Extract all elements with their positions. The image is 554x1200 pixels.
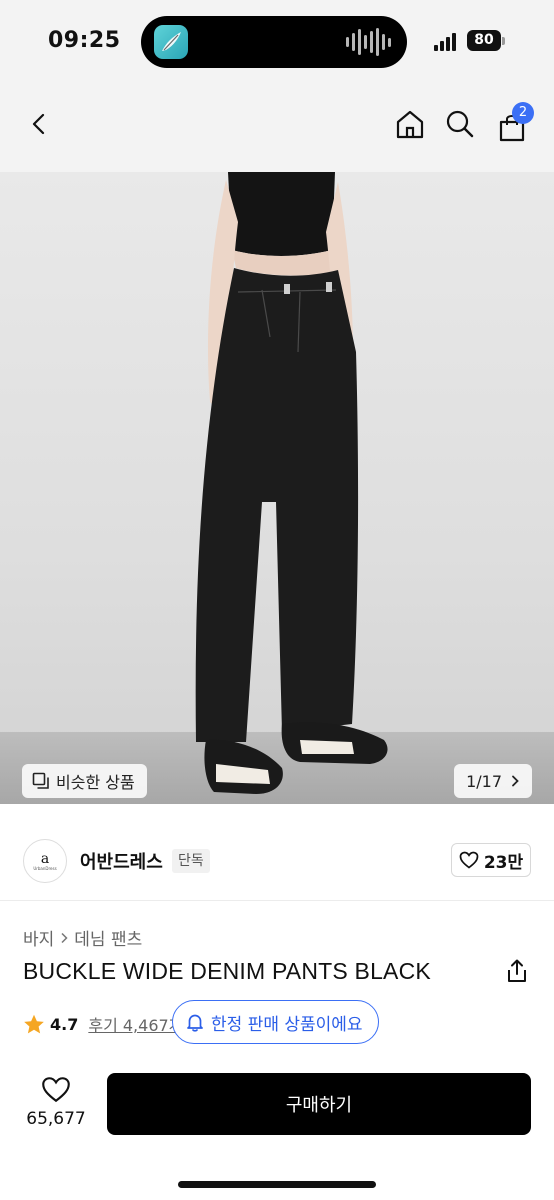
similar-products-label: 비슷한 상품 xyxy=(56,773,135,792)
feather-app-icon xyxy=(154,25,188,59)
cart-button[interactable]: 2 xyxy=(490,102,534,146)
top-nav-bar: 2 xyxy=(0,84,554,172)
wishlist-count: 65,677 xyxy=(26,1109,86,1129)
seller-logo-text: UrbanDress xyxy=(33,865,57,871)
home-button[interactable] xyxy=(388,102,432,146)
bell-icon xyxy=(187,1014,203,1032)
rating-row: 4.7 후기 4,467개 xyxy=(23,1012,183,1036)
breadcrumb: 바지 데님 팬츠 xyxy=(23,925,142,950)
breadcrumb-item-pants[interactable]: 바지 xyxy=(23,925,54,950)
chevron-left-icon xyxy=(32,113,45,135)
seller-row: a UrbanDress 어반드레스 단독 23만 xyxy=(0,823,554,901)
limited-sale-text: 한정 판매 상품이에요 xyxy=(211,1014,363,1035)
product-image-carousel[interactable]: 비슷한 상품 1/17 xyxy=(0,172,554,804)
star-icon xyxy=(24,1014,44,1033)
product-title: BUCKLE WIDE DENIM PANTS BLACK xyxy=(23,958,431,984)
chevron-right-icon xyxy=(61,932,68,943)
search-icon xyxy=(446,110,474,138)
cart-count-badge: 2 xyxy=(512,102,534,124)
share-button[interactable] xyxy=(502,956,532,986)
limited-sale-notice: 한정 판매 상품이에요 xyxy=(172,1000,379,1044)
copy-squares-icon xyxy=(32,772,49,789)
battery-indicator: 80 xyxy=(467,30,501,51)
status-bar: 09:25 80 xyxy=(0,0,554,84)
back-button[interactable] xyxy=(18,102,62,146)
home-indicator xyxy=(178,1181,376,1188)
product-photo xyxy=(195,172,388,794)
buy-button[interactable]: 구매하기 xyxy=(107,1073,531,1135)
status-time: 09:25 xyxy=(48,28,121,53)
seller-like-count: 23만 xyxy=(483,852,524,873)
wishlist-button[interactable]: 65,677 xyxy=(22,1076,90,1132)
home-icon xyxy=(396,110,424,139)
battery-tip xyxy=(502,37,505,45)
rating-score: 4.7 xyxy=(50,1014,79,1034)
seller-like-button[interactable]: 23만 xyxy=(451,843,531,877)
dynamic-island xyxy=(141,16,407,68)
image-counter-button[interactable]: 1/17 xyxy=(454,764,532,798)
heart-outline-icon xyxy=(42,1077,70,1103)
image-counter: 1/17 xyxy=(466,771,502,791)
share-icon xyxy=(508,959,526,982)
audio-waveform-icon xyxy=(346,28,391,56)
exclusive-badge: 단독 xyxy=(172,849,210,873)
similar-products-button[interactable]: 비슷한 상품 xyxy=(22,764,147,798)
seller-name[interactable]: 어반드레스 xyxy=(80,848,163,874)
chevron-right-icon xyxy=(512,775,519,787)
heart-outline-icon xyxy=(459,851,479,869)
seller-logo-mark: a xyxy=(40,850,50,867)
search-button[interactable] xyxy=(438,102,482,146)
cellular-signal-icon xyxy=(434,33,456,51)
breadcrumb-item-denim-pants[interactable]: 데님 팬츠 xyxy=(74,925,142,950)
review-count-link[interactable]: 후기 4,467개 xyxy=(88,1012,183,1036)
seller-logo[interactable]: a UrbanDress xyxy=(23,839,67,883)
